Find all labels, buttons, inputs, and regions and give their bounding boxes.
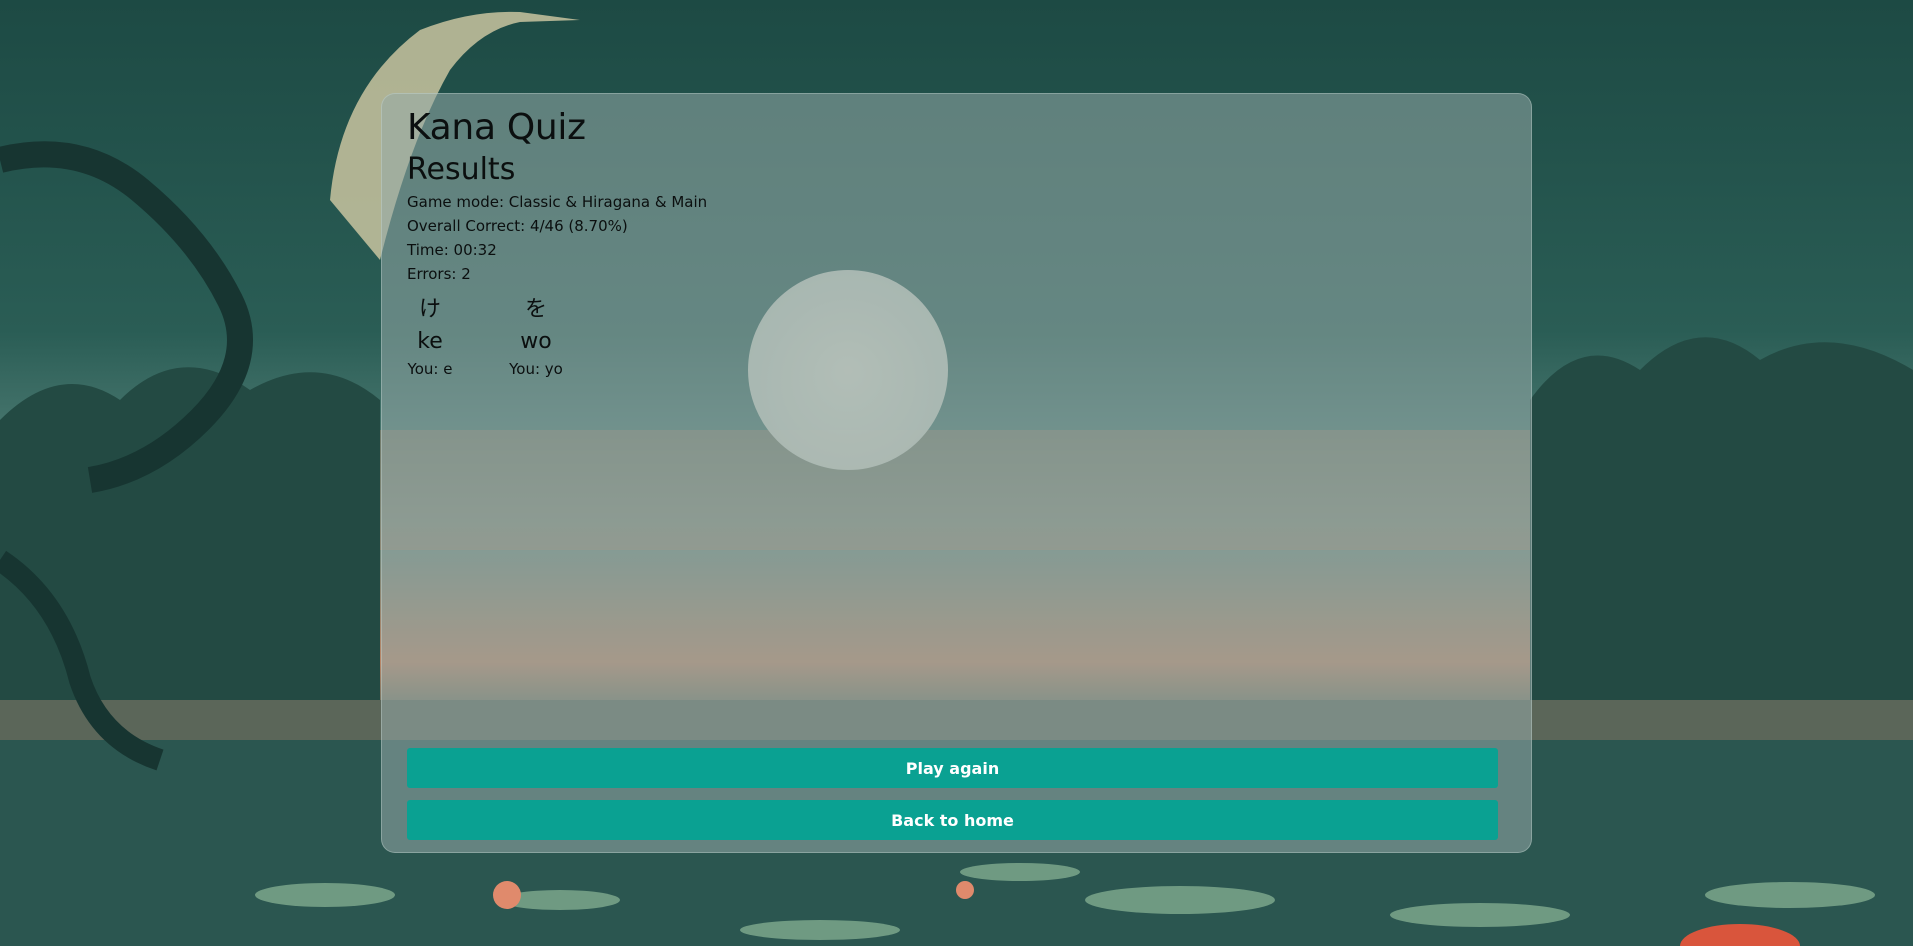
back-to-home-button[interactable]: Back to home bbox=[407, 800, 1498, 840]
mistakes-list: け ke You: e を wo You: yo bbox=[407, 294, 707, 380]
mistake-kana: け bbox=[418, 297, 441, 322]
mistake-card: を wo You: yo bbox=[493, 294, 579, 380]
mistake-kana: を bbox=[524, 297, 547, 322]
mistake-your-answer: You: e bbox=[407, 360, 453, 378]
game-mode-text: Game mode: Classic & Hiragana & Main bbox=[407, 193, 708, 211]
mistake-your-answer: You: yo bbox=[509, 360, 563, 378]
mistake-romaji: ke bbox=[417, 329, 443, 354]
play-again-button[interactable]: Play again bbox=[407, 748, 1498, 788]
errors-count-text: Errors: 2 bbox=[407, 265, 471, 283]
page-title: Kana Quiz bbox=[407, 107, 586, 148]
mistake-romaji: wo bbox=[520, 329, 552, 354]
mistake-card: け ke You: e bbox=[407, 294, 453, 380]
results-heading: Results bbox=[407, 152, 516, 187]
results-panel: Kana Quiz Results Game mode: Classic & H… bbox=[381, 93, 1532, 853]
results-stats: Game mode: Classic & Hiragana & Main Ove… bbox=[407, 190, 707, 286]
time-text: Time: 00:32 bbox=[407, 241, 497, 259]
results-content: Kana Quiz Results Game mode: Classic & H… bbox=[407, 106, 707, 380]
overall-correct-text: Overall Correct: 4/46 (8.70%) bbox=[407, 217, 628, 235]
